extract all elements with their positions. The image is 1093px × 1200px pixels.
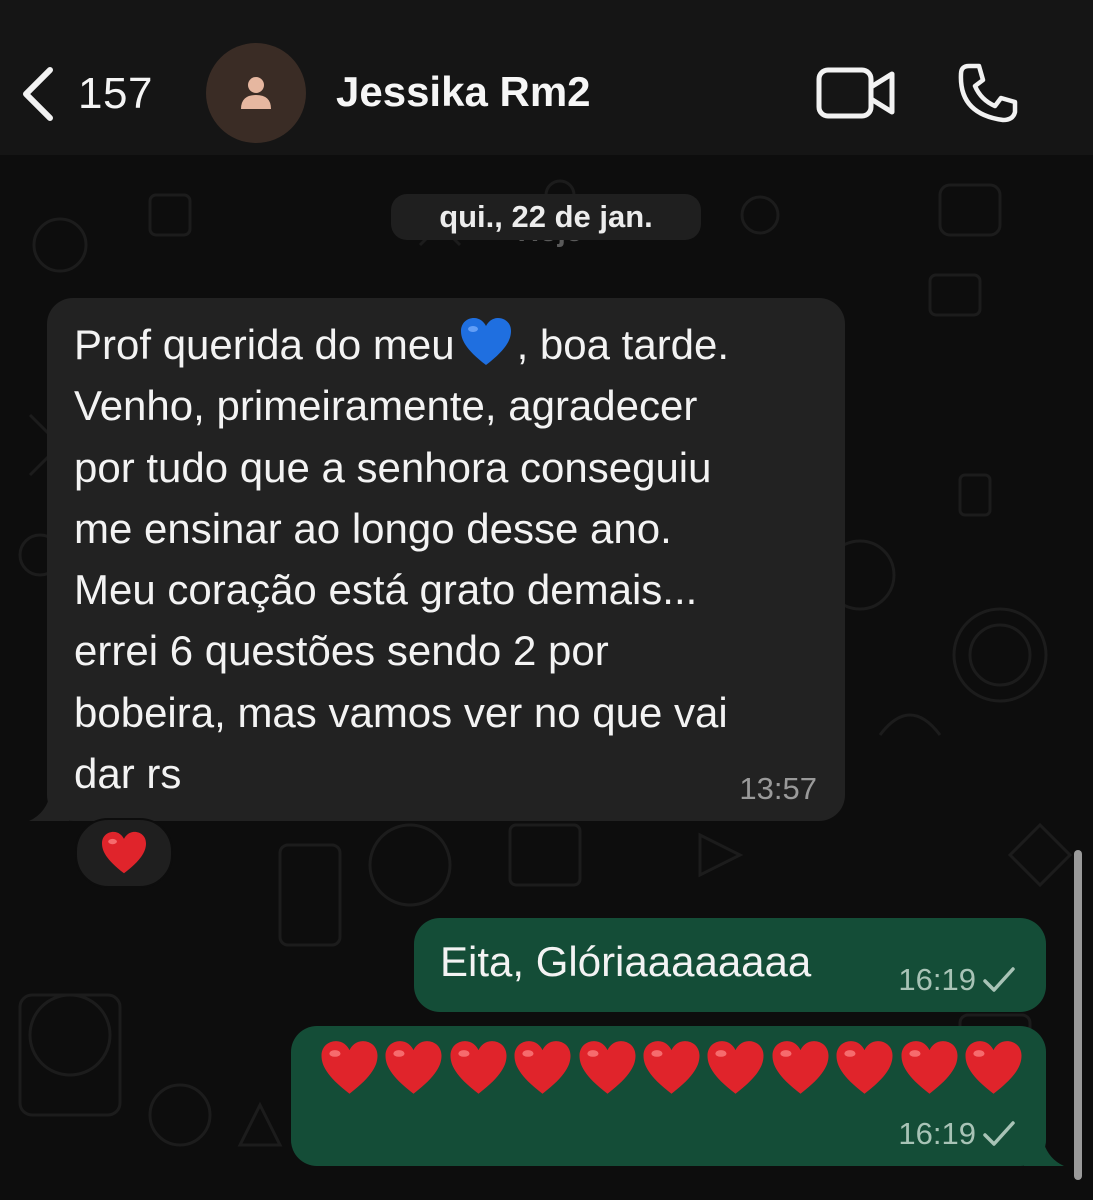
red-heart-icon xyxy=(321,1041,378,1094)
incoming-message-bubble[interactable]: Prof querida do meu, boa tarde. Venho, p… xyxy=(29,298,845,821)
red-heart-icon xyxy=(965,1041,1022,1094)
check-icon xyxy=(983,1121,1015,1146)
outgoing-message-bubble[interactable]: Eita, Glóriaaaaaaaa 16:19 xyxy=(414,918,1046,1012)
red-heart-icon xyxy=(643,1041,700,1094)
voice-call-button[interactable] xyxy=(955,62,1019,124)
red-heart-icon xyxy=(836,1041,893,1094)
blue-heart-icon xyxy=(460,318,511,365)
unread-count: 157 xyxy=(78,69,153,118)
check-icon xyxy=(983,967,1015,992)
message-time: 13:57 xyxy=(739,771,817,806)
person-icon xyxy=(241,77,271,109)
bubble-tail xyxy=(29,791,69,821)
message-text: Prof querida do meu, boa tarde. Venho, p… xyxy=(74,314,834,804)
red-heart-icon xyxy=(707,1041,764,1094)
message-time: 16:19 xyxy=(898,1116,976,1151)
chevron-left-icon xyxy=(23,67,53,121)
back-button[interactable]: 157 xyxy=(18,62,168,126)
outgoing-message-bubble[interactable]: 16:19 xyxy=(291,1026,1064,1166)
phone-icon xyxy=(958,63,1018,123)
chat-header: 157 Jessika Rm2 xyxy=(0,0,1093,155)
red-heart-icon xyxy=(514,1041,571,1094)
red-heart-icon xyxy=(450,1041,507,1094)
date-separator: qui., 22 de jan. xyxy=(391,194,701,240)
red-heart-icon xyxy=(772,1041,829,1094)
contact-name[interactable]: Jessika Rm2 xyxy=(336,68,591,116)
red-heart-icon xyxy=(385,1041,442,1094)
scrollbar[interactable] xyxy=(1074,850,1082,1180)
chat-area[interactable]: Hoje qui., 22 de jan. Prof querida do me… xyxy=(0,155,1093,1200)
message-text: Eita, Glóriaaaaaaaa xyxy=(440,938,812,985)
message-meta: 16:19 xyxy=(898,962,1016,998)
red-heart-icon xyxy=(901,1041,958,1094)
bubble-tail xyxy=(1024,1136,1064,1166)
message-meta: 16:19 xyxy=(898,1116,1016,1152)
video-camera-icon xyxy=(816,67,895,119)
message-time: 16:19 xyxy=(898,962,976,997)
avatar[interactable] xyxy=(206,43,306,143)
message-reaction[interactable] xyxy=(75,818,173,888)
red-heart-icon xyxy=(579,1041,636,1094)
red-heart-icon xyxy=(102,831,146,874)
emoji-row xyxy=(318,1040,1025,1096)
video-call-button[interactable] xyxy=(816,66,896,120)
